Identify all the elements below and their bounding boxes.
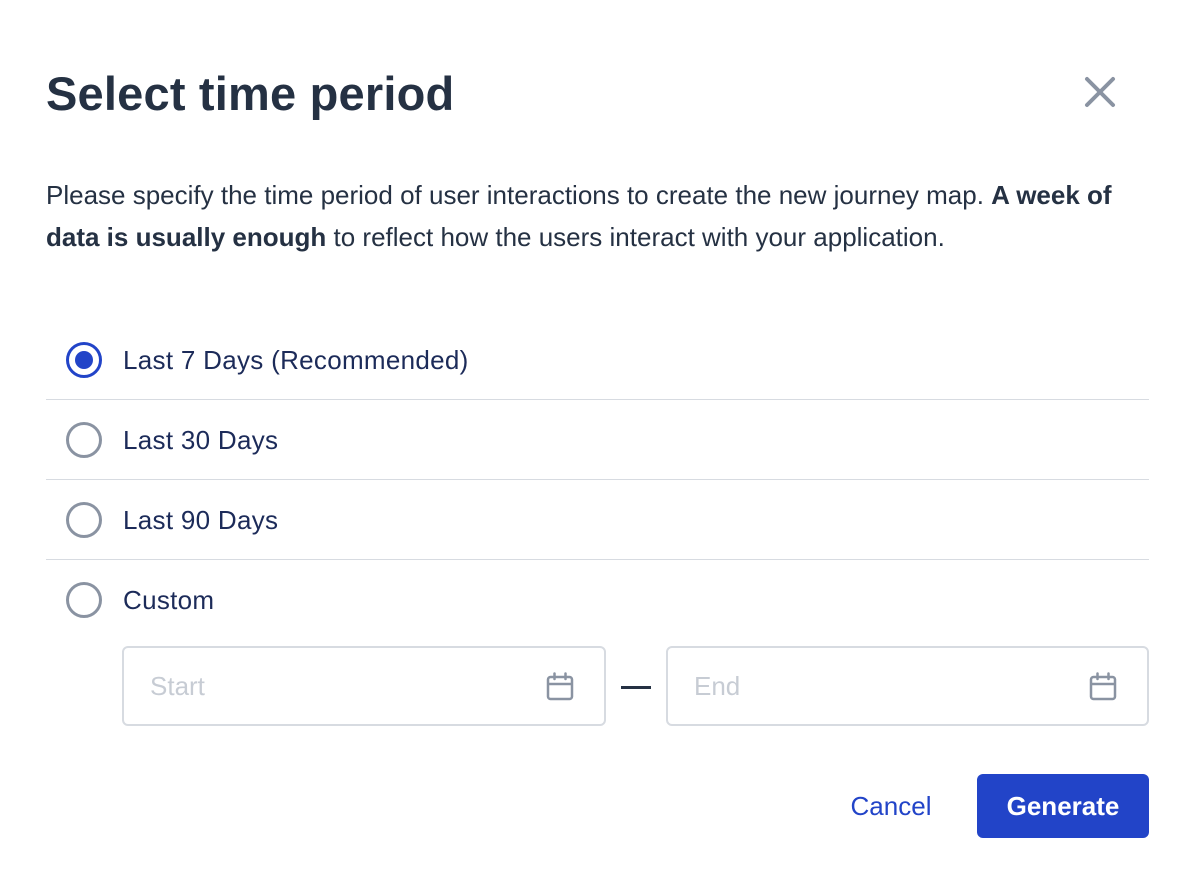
option-custom[interactable]: Custom: [46, 560, 1149, 640]
generate-button[interactable]: Generate: [977, 774, 1149, 838]
option-label: Last 90 Days: [123, 505, 279, 535]
select-time-period-dialog: Select time period Please specify the ti…: [0, 0, 1194, 882]
close-button[interactable]: [1080, 72, 1120, 112]
radio-last-7-days[interactable]: [66, 342, 102, 378]
option-label: Custom: [123, 585, 215, 615]
close-icon: [1085, 77, 1115, 107]
cancel-button[interactable]: Cancel: [826, 774, 956, 838]
start-date-field[interactable]: [122, 646, 606, 726]
calendar-icon[interactable]: [546, 672, 574, 702]
range-separator: [621, 686, 651, 689]
end-date-input[interactable]: [694, 666, 1054, 706]
dialog-description: Please specify the time period of user i…: [46, 174, 1156, 258]
option-last-30-days[interactable]: Last 30 Days: [46, 400, 1149, 480]
end-date-field[interactable]: [666, 646, 1149, 726]
start-date-input[interactable]: [150, 666, 510, 706]
time-period-options: Last 7 Days (Recommended) Last 30 Days L…: [46, 320, 1149, 640]
radio-custom[interactable]: [66, 582, 102, 618]
description-text-1: Please specify the time period of user i…: [46, 180, 992, 210]
option-label: Last 30 Days: [123, 425, 279, 455]
description-text-2: to reflect how the users interact with y…: [326, 222, 945, 252]
radio-last-30-days[interactable]: [66, 422, 102, 458]
calendar-icon[interactable]: [1089, 672, 1117, 702]
option-label: Last 7 Days (Recommended): [123, 345, 469, 375]
option-last-90-days[interactable]: Last 90 Days: [46, 480, 1149, 560]
radio-last-90-days[interactable]: [66, 502, 102, 538]
dialog-title: Select time period: [46, 67, 455, 120]
option-last-7-days[interactable]: Last 7 Days (Recommended): [46, 320, 1149, 400]
